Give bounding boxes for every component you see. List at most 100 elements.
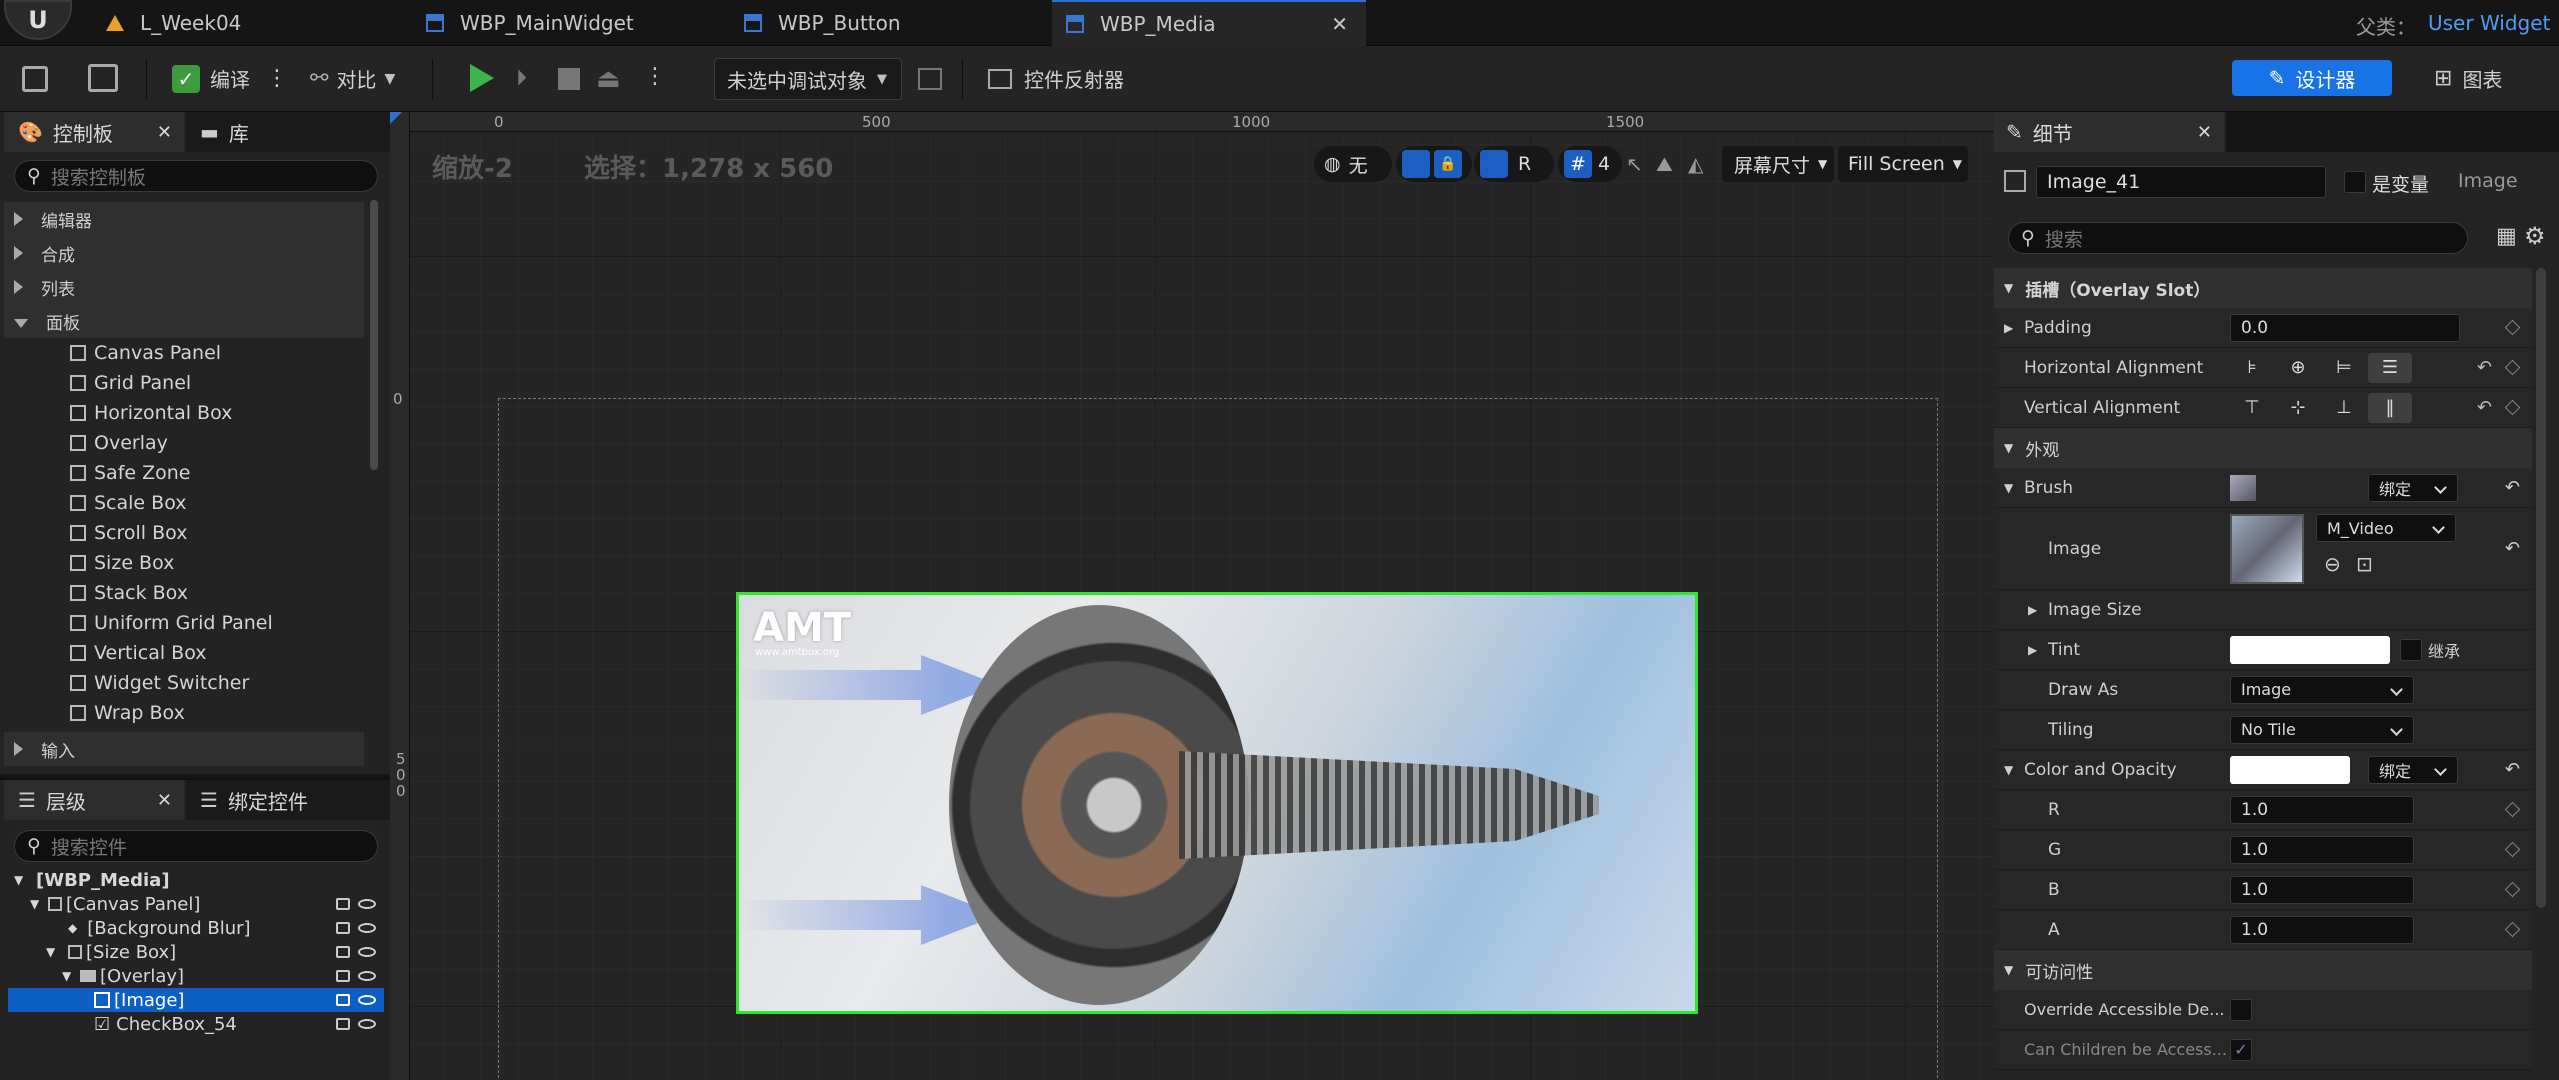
category-panel[interactable]: 面板 <box>4 304 364 338</box>
play-options-icon[interactable]: ⋮ <box>644 64 666 89</box>
debug-filter-icon[interactable] <box>918 68 942 90</box>
reset-icon[interactable]: ↶ <box>2477 357 2492 378</box>
widget-reflector-button[interactable]: 控件反射器 <box>988 64 1124 93</box>
reset-icon[interactable]: ↶ <box>2505 538 2520 559</box>
draw-as-dropdown[interactable]: Image <box>2230 675 2414 704</box>
g-input[interactable]: 1.0 <box>2230 835 2414 864</box>
keyframe-icon[interactable] <box>2504 881 2521 898</box>
step-icon[interactable]: ⏵ <box>516 66 540 92</box>
palette-item-stack-box[interactable]: Stack Box <box>4 578 364 608</box>
designer-viewport[interactable]: 0 500 1000 1500 0 5 0 0 缩放-2 选择：1,278 x … <box>390 112 1994 1080</box>
palette-item-canvas-panel[interactable]: Canvas Panel <box>4 338 364 368</box>
tree-item-image[interactable]: [Image] <box>8 988 384 1012</box>
tree-item-background-blur[interactable]: ◆ [Background Blur] <box>8 916 384 940</box>
compile-button[interactable]: ✓ 编译 <box>172 64 250 93</box>
tab-l-week04[interactable]: L_Week04 <box>92 0 422 46</box>
tab-bind-widgets[interactable]: ☰ 绑定控件 <box>186 780 390 820</box>
palette-item-scroll-box[interactable]: Scroll Box <box>4 518 364 548</box>
image-asset-dropdown[interactable]: M_Video <box>2316 514 2456 542</box>
play-icon[interactable] <box>470 64 494 92</box>
keyframe-icon[interactable] <box>2504 359 2521 376</box>
flip-icon[interactable]: ◭ <box>1688 152 1703 176</box>
align-fill-icon[interactable]: ☰ <box>2368 352 2412 383</box>
keyframe-icon[interactable] <box>2504 841 2521 858</box>
stop-icon[interactable] <box>558 68 580 90</box>
category-editor[interactable]: 编辑器 <box>4 202 364 236</box>
section-accessibility[interactable]: ▼ 可访问性 <box>1994 950 2532 990</box>
align-middle-icon[interactable]: ⊹ <box>2276 393 2320 423</box>
eye-icon[interactable] <box>358 899 376 909</box>
widget-name-input[interactable]: Image_41 <box>2036 166 2326 198</box>
keyframe-icon[interactable] <box>2504 801 2521 818</box>
palette-item-horizontal-box[interactable]: Horizontal Box <box>4 398 364 428</box>
graph-button[interactable]: ⊞ 图表 <box>2434 64 2502 93</box>
r-input[interactable]: 1.0 <box>2230 795 2414 824</box>
diff-button[interactable]: ⚯ 对比 ▼ <box>310 64 395 93</box>
section-overlay-slot[interactable]: ▼ 插槽（Overlay Slot） <box>1994 268 2532 308</box>
eye-icon[interactable] <box>358 971 376 981</box>
respect-locks-toggle[interactable]: 🔒 <box>1396 146 1472 182</box>
table-view-icon[interactable]: ▦ <box>2496 224 2517 249</box>
category-input[interactable]: 输入 <box>4 732 364 766</box>
parent-class-link[interactable]: User Widget <box>2428 11 2550 35</box>
tab-wbp-media[interactable]: WBP_Media ✕ <box>1052 0 1366 46</box>
keyframe-icon[interactable] <box>2504 399 2521 416</box>
screen-size-dropdown[interactable]: 屏幕尺寸 ▼ <box>1722 146 1834 182</box>
designer-button[interactable]: ✎ 设计器 <box>2232 60 2392 96</box>
close-tab-icon[interactable]: ✕ <box>157 790 172 811</box>
palette-item-vertical-box[interactable]: Vertical Box <box>4 638 364 668</box>
category-composite[interactable]: 合成 <box>4 236 364 270</box>
palette-item-widget-switcher[interactable]: Widget Switcher <box>4 668 364 698</box>
align-top-icon[interactable]: ⊤ <box>2230 393 2274 423</box>
palette-item-safe-zone[interactable]: Safe Zone <box>4 458 364 488</box>
use-asset-icon[interactable]: ⊖ <box>2324 552 2341 576</box>
hierarchy-search-input[interactable]: ⚲ 搜索控件 <box>14 830 378 862</box>
localization-preview-toggle[interactable]: ◍ 无 <box>1314 146 1392 182</box>
align-left-icon[interactable]: ⊧ <box>2230 353 2274 383</box>
tab-hierarchy[interactable]: ☰ 层级 ✕ <box>4 780 184 820</box>
gear-icon[interactable]: ⚙ <box>2524 222 2546 250</box>
palette-item-size-box[interactable]: Size Box <box>4 548 364 578</box>
align-fill-vertical-icon[interactable]: ‖ <box>2368 392 2412 423</box>
override-accessible-checkbox[interactable] <box>2230 998 2252 1021</box>
palette-item-wrap-box[interactable]: Wrap Box <box>4 698 364 728</box>
children-accessible-checkbox[interactable]: ✓ <box>2230 1038 2252 1061</box>
close-tab-icon[interactable]: ✕ <box>157 122 172 143</box>
browse-asset-icon[interactable]: ⊡ <box>2356 552 2373 576</box>
keyframe-icon[interactable] <box>2504 921 2521 938</box>
align-center-icon[interactable]: ⊕ <box>2276 353 2320 383</box>
palette-scrollbar[interactable] <box>370 200 378 470</box>
palette-item-grid-panel[interactable]: Grid Panel <box>4 368 364 398</box>
eye-icon[interactable] <box>358 923 376 933</box>
inherit-checkbox[interactable] <box>2400 638 2422 661</box>
grid-snap-toggle[interactable]: # 4 <box>1558 146 1622 182</box>
details-scrollbar[interactable] <box>2536 268 2546 908</box>
tab-palette[interactable]: 🎨 控制板 ✕ <box>4 112 184 152</box>
a-input[interactable]: 1.0 <box>2230 915 2414 944</box>
eject-icon[interactable]: ⏏ <box>596 64 621 94</box>
tree-root-wbp-media[interactable]: ▼ [WBP_Media] <box>8 868 384 892</box>
color-swatch[interactable] <box>2230 755 2350 784</box>
chevron-right-icon[interactable]: ▶ <box>2028 643 2037 657</box>
fill-screen-dropdown[interactable]: Fill Screen ▼ <box>1838 146 1968 182</box>
tree-item-canvas-panel[interactable]: ▼ [Canvas Panel] <box>8 892 384 916</box>
image-asset-thumbnail[interactable] <box>2230 514 2304 584</box>
save-icon[interactable] <box>22 66 48 92</box>
lock-icon[interactable] <box>336 898 350 910</box>
brush-bind-dropdown[interactable]: 绑定 <box>2368 473 2458 502</box>
tab-wbp-mainwidget[interactable]: WBP_MainWidget <box>412 0 732 46</box>
lock-icon[interactable] <box>336 922 350 934</box>
tiling-dropdown[interactable]: No Tile <box>2230 715 2414 744</box>
lock-icon[interactable] <box>336 970 350 982</box>
close-tab-icon[interactable]: ✕ <box>1331 12 1348 36</box>
padding-input[interactable]: 0.0 <box>2230 313 2460 342</box>
lock-icon[interactable] <box>336 1018 350 1030</box>
palette-item-uniform-grid-panel[interactable]: Uniform Grid Panel <box>4 608 364 638</box>
b-input[interactable]: 1.0 <box>2230 875 2414 904</box>
select-icon[interactable]: ↖ <box>1626 152 1643 176</box>
is-variable-checkbox[interactable] <box>2344 171 2366 193</box>
mountain-icon[interactable]: ⛰ <box>1656 152 1673 176</box>
lock-icon[interactable] <box>336 946 350 958</box>
debug-object-dropdown[interactable]: 未选中调试对象 ▼ <box>714 58 902 100</box>
keyframe-icon[interactable] <box>2504 319 2521 336</box>
